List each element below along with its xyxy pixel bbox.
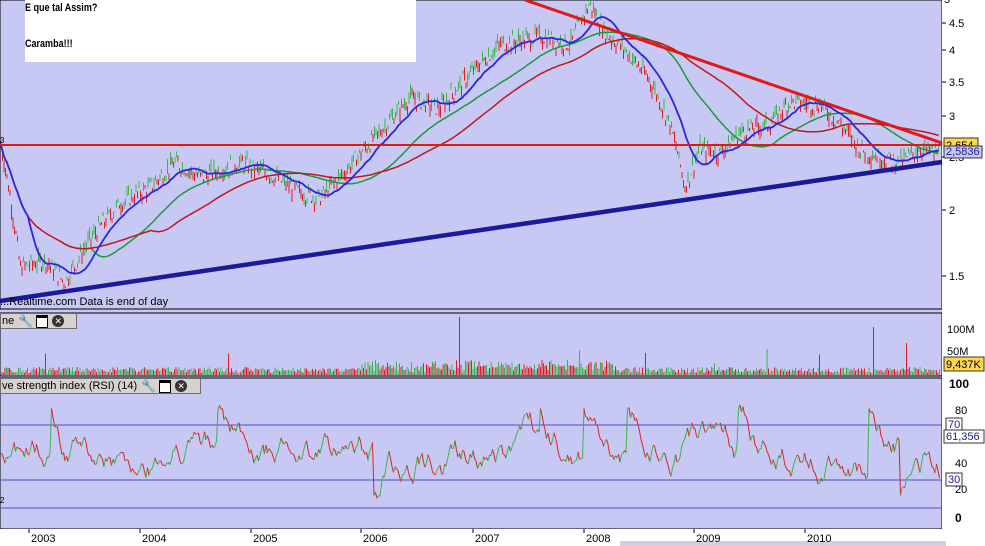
x-tick-label: 2005 [253,533,277,545]
close-icon[interactable]: ✕ [52,315,65,327]
rsi-segment [502,453,505,456]
rsi-tick-label: 40 [955,458,967,470]
close-icon[interactable]: ✕ [175,380,188,392]
scrollbar[interactable] [620,541,946,546]
rsi-last-label: 61,356 [946,431,980,443]
rsi-30-label: 30 [948,474,960,486]
last-volume-label: 9,437K [946,359,982,371]
rsi-panel-title: ve strength index (RSI) (14) [2,380,138,392]
rsi-panel [0,377,943,530]
rsi-tick-label: 100 [949,377,969,391]
rsi-segment [309,456,312,458]
price-tick-label: 4 [949,45,955,57]
volume-tick-label: 50M [947,346,968,358]
price-tick-label: 3.5 [949,77,964,89]
x-tick-label: 2004 [142,533,166,545]
x-tick-label: 2008 [586,533,610,545]
rsi-segment [21,450,24,453]
ma-value-label: 2,5836 [946,146,980,158]
rsi-segment [595,424,598,426]
volume-tick-label: 100M [947,324,975,336]
rsi-segment [94,463,97,466]
price-tick-label: 4.5 [949,18,964,30]
volume-panel-tab[interactable]: ne 🔧 ✕ [0,313,77,329]
left-axis-mark: 3 [0,136,5,145]
rsi-tick-label: 0 [955,511,962,525]
rsi-segment [600,439,603,441]
x-tick-label: 2009 [696,533,720,545]
source-text: ...Realtime.com Data is end of day [0,296,169,308]
x-tick-label: 2003 [31,533,55,545]
price-tick-label: 5 [944,0,950,6]
rsi-segment [150,468,153,471]
rsi-70-label: 70 [948,419,960,431]
price-tick-label: 3 [949,111,955,123]
x-tick-label: 2010 [807,533,831,545]
window-icon[interactable] [159,379,172,393]
note-line-1: E que tal Assim? [25,2,98,14]
window-icon[interactable] [36,314,49,328]
wrench-icon[interactable]: 🔧 [141,379,156,393]
price-tick-label: 2 [949,205,955,217]
rsi-panel-tab[interactable]: ve strength index (RSI) (14) 🔧 ✕ [0,378,201,394]
note-line-2: Caramba!!! [25,38,73,50]
x-tick-label: 2006 [363,533,387,545]
left-axis-mark: 2 [0,496,5,505]
rsi-segment [663,452,666,455]
price-tick-label: 1.5 [949,271,964,283]
wrench-icon[interactable]: 🔧 [18,314,33,328]
stock-chart: 4.543.532.521.55100M50M10080604020020032… [0,0,985,546]
rsi-segment [817,482,820,485]
rsi-tick-label: 80 [955,405,967,417]
x-tick-label: 2007 [475,533,499,545]
volume-panel-title: ne [2,315,15,327]
rsi-segment [346,447,349,450]
annotation-note: E que tal Assim? Caramba!!! [25,0,416,62]
